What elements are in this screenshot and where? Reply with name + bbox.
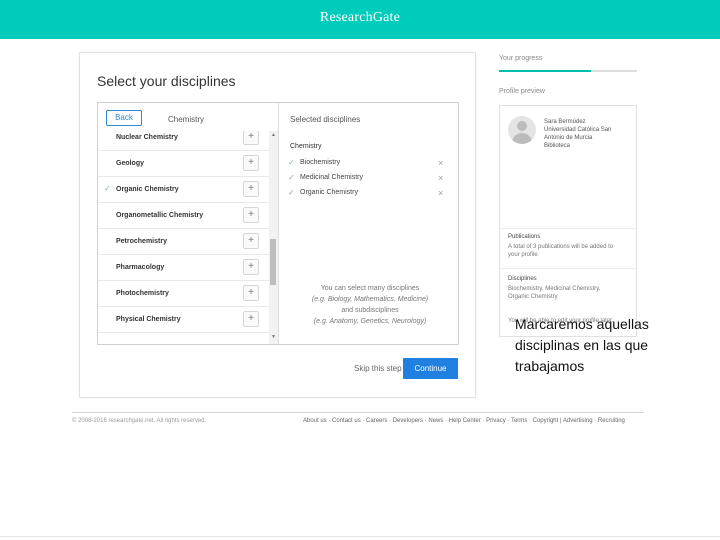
selected-label: Biochemistry bbox=[300, 159, 341, 166]
brand-logo[interactable]: ResearchGate bbox=[0, 10, 720, 26]
profile-info: Sara Bermúdez Universidad Católica San A… bbox=[544, 118, 636, 150]
hint-line: (e.g. Biology, Mathematics, Medicine) bbox=[311, 296, 429, 303]
discipline-name: Organic Chemistry bbox=[116, 186, 179, 193]
bottom-divider bbox=[0, 536, 720, 537]
discipline-card: Select your disciplines Back Chemistry N… bbox=[79, 52, 476, 398]
footer-links[interactable]: About us · Contact us · Careers · Develo… bbox=[303, 418, 625, 424]
preview-label: Profile preview bbox=[499, 88, 545, 95]
list-item[interactable]: Geology + bbox=[98, 151, 269, 177]
scroll-down-icon[interactable]: ▼ bbox=[271, 334, 276, 340]
list-item[interactable]: ✓ Organic Chemistry + bbox=[98, 177, 269, 203]
add-icon[interactable]: + bbox=[243, 259, 259, 275]
discipline-name: Photochemistry bbox=[116, 290, 169, 297]
copyright: © 2008-2016 researchgate.net. All rights… bbox=[72, 418, 207, 424]
remove-icon[interactable]: × bbox=[438, 188, 443, 198]
selected-item: ✓ Organic Chemistry × bbox=[288, 188, 453, 202]
annotation-text: Marcaremos aquellas disciplinas en las q… bbox=[515, 316, 649, 374]
add-icon[interactable]: + bbox=[243, 311, 259, 327]
progress-bar bbox=[499, 70, 637, 72]
selected-item: ✓ Biochemistry × bbox=[288, 158, 453, 172]
hint-line: You can select many disciplines bbox=[320, 285, 420, 292]
check-icon: ✓ bbox=[288, 188, 295, 197]
selected-category: Chemistry bbox=[290, 143, 322, 150]
add-icon[interactable]: + bbox=[243, 155, 259, 171]
progress-label: Your progress bbox=[499, 55, 543, 62]
divider bbox=[500, 268, 636, 269]
publications-line: A total of 3 publications will be added … bbox=[508, 244, 614, 250]
avatar-body bbox=[512, 133, 532, 144]
hint-line: and subdisciplines bbox=[341, 307, 399, 314]
publications-line: your profile bbox=[508, 252, 538, 258]
scrollbar-thumb[interactable] bbox=[270, 239, 276, 285]
avatar bbox=[508, 116, 536, 144]
publications-title: Publications bbox=[508, 234, 541, 240]
disciplines-text: Biochemistry, Medicinal Chemistry, Organ… bbox=[508, 285, 632, 301]
back-button[interactable]: Back bbox=[106, 110, 142, 126]
discipline-list: Nuclear Chemistry + Geology + ✓ Organic … bbox=[98, 131, 269, 344]
selected-label: Medicinal Chemistry bbox=[300, 174, 364, 181]
discipline-name: Organometallic Chemistry bbox=[116, 212, 204, 219]
skip-link[interactable]: Skip this step bbox=[354, 364, 402, 373]
profile-name: Sara Bermúdez bbox=[544, 119, 586, 125]
selected-title: Selected disciplines bbox=[290, 115, 361, 124]
disciplines-title: Disciplines bbox=[508, 276, 537, 282]
selected-label: Organic Chemistry bbox=[300, 189, 358, 196]
scrollbar[interactable]: ▲ ▼ bbox=[269, 131, 278, 344]
list-item[interactable]: Organometallic Chemistry + bbox=[98, 203, 269, 229]
top-bar: ResearchGate bbox=[0, 0, 720, 39]
scroll-up-icon[interactable]: ▲ bbox=[271, 132, 276, 138]
add-icon[interactable]: + bbox=[243, 233, 259, 249]
discipline-name: Physical Chemistry bbox=[116, 316, 181, 323]
divider bbox=[500, 228, 636, 229]
check-icon: ✓ bbox=[104, 184, 111, 193]
list-item[interactable]: Physical Chemistry + bbox=[98, 307, 269, 333]
progress-fill bbox=[499, 70, 592, 72]
discipline-browser: Back Chemistry Nuclear Chemistry + Geolo… bbox=[98, 103, 279, 344]
list-item[interactable]: Photochemistry + bbox=[98, 281, 269, 307]
footer-divider bbox=[72, 412, 644, 413]
add-icon[interactable]: + bbox=[243, 181, 259, 197]
list-item[interactable]: Pharmacology + bbox=[98, 255, 269, 281]
discipline-name: Nuclear Chemistry bbox=[116, 134, 178, 141]
profile-line: Antonio de Murcia bbox=[544, 135, 593, 141]
selected-disciplines: Selected disciplines Chemistry ✓ Biochem… bbox=[280, 103, 459, 344]
publications-text: A total of 3 publications will be added … bbox=[508, 243, 632, 259]
discipline-name: Geology bbox=[116, 160, 145, 167]
profile-line: Biblioteca bbox=[544, 143, 571, 149]
continue-button[interactable]: Continue bbox=[403, 358, 458, 379]
add-icon[interactable]: + bbox=[243, 207, 259, 223]
remove-icon[interactable]: × bbox=[438, 158, 443, 168]
add-icon[interactable]: + bbox=[243, 285, 259, 301]
discipline-name: Pharmacology bbox=[116, 264, 165, 271]
avatar-head bbox=[517, 121, 527, 131]
selected-item: ✓ Medicinal Chemistry × bbox=[288, 173, 453, 187]
page-title: Select your disciplines bbox=[97, 73, 236, 89]
add-icon[interactable]: + bbox=[243, 131, 259, 145]
hint-line: (e.g. Anatomy, Genetics, Neurology) bbox=[313, 318, 427, 325]
remove-icon[interactable]: × bbox=[438, 173, 443, 183]
list-item[interactable]: Nuclear Chemistry + bbox=[98, 131, 269, 151]
discipline-name: Petrochemistry bbox=[116, 238, 167, 245]
check-icon: ✓ bbox=[288, 158, 295, 167]
profile-preview-card: Sara Bermúdez Universidad Católica San A… bbox=[499, 105, 637, 337]
list-item[interactable]: Petrochemistry + bbox=[98, 229, 269, 255]
selection-hint: You can select many disciplines (e.g. Bi… bbox=[290, 283, 450, 327]
breadcrumb: Chemistry bbox=[168, 115, 205, 124]
profile-line: Universidad Católica San bbox=[544, 127, 612, 133]
disciplines-line: Biochemistry, Medicinal Chemistry, bbox=[508, 286, 601, 292]
disciplines-line: Organic Chemistry bbox=[508, 294, 558, 300]
check-icon: ✓ bbox=[288, 173, 295, 182]
discipline-panel: Back Chemistry Nuclear Chemistry + Geolo… bbox=[97, 102, 459, 345]
